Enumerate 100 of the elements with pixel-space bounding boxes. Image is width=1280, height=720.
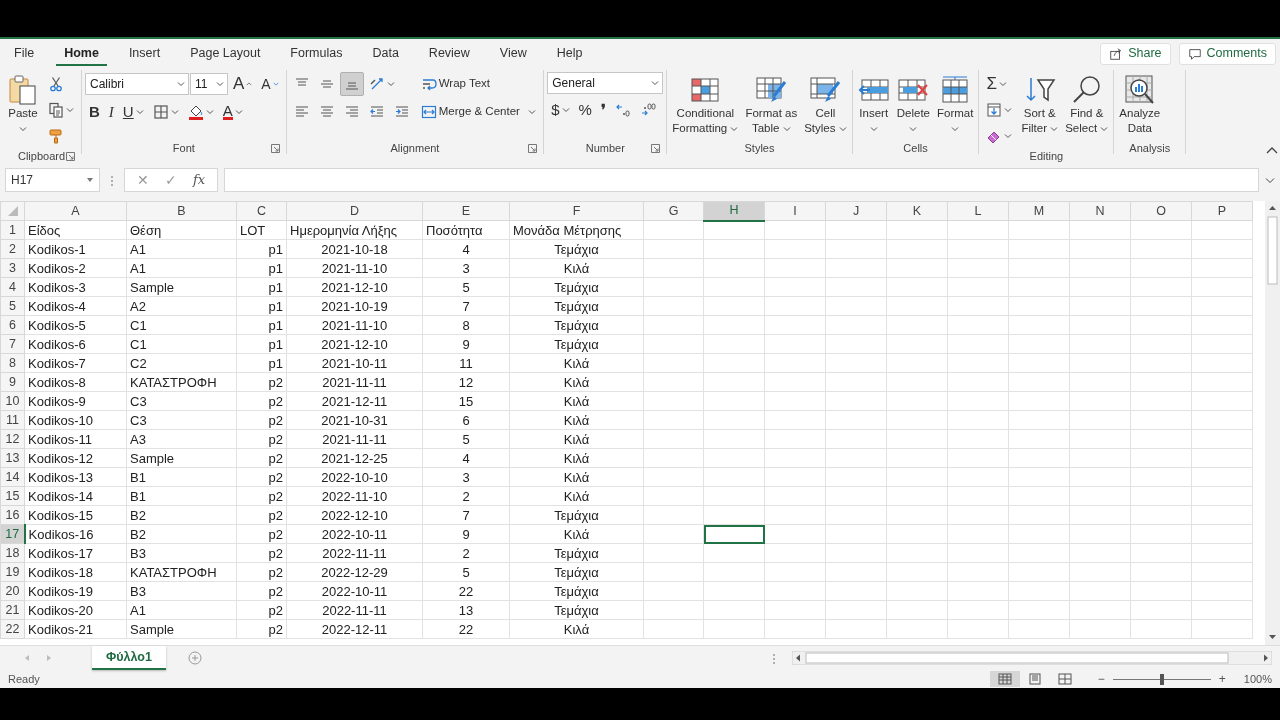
grow-font-button[interactable]: A — [229, 72, 257, 96]
table-cell: B3 — [126, 581, 237, 601]
percent-button[interactable]: % — [574, 98, 596, 122]
comma-button[interactable]: ❜ — [596, 98, 610, 122]
table-cell: B1 — [126, 486, 237, 506]
table-cell: 8 — [422, 315, 510, 335]
table-cell: p2 — [236, 543, 287, 563]
currency-button[interactable]: $ — [547, 98, 574, 122]
align-bottom-button[interactable] — [339, 72, 364, 96]
ribbon-tab[interactable]: File — [6, 41, 43, 66]
table-cell: Κιλά — [509, 486, 644, 506]
table-cell: Τεμάχια — [509, 277, 644, 297]
brush-icon — [48, 128, 64, 144]
cell-styles-button[interactable]: Cell Styles — [802, 72, 849, 138]
table-cell: Τεμάχια — [509, 315, 644, 335]
launcher-icon[interactable] — [528, 143, 538, 153]
font-color-button[interactable]: A — [218, 100, 247, 124]
table-cell: Κιλά — [509, 353, 644, 373]
table-cell: ΚΑΤΑΣΤΡΟΦΗ — [126, 562, 237, 582]
table-cell: Kodikos-3 — [24, 277, 127, 297]
share-button[interactable]: Share — [1100, 42, 1171, 65]
column-header[interactable]: L — [947, 201, 1009, 221]
column-header[interactable]: E — [422, 201, 510, 221]
launcher-icon[interactable] — [66, 151, 75, 161]
ribbon-tab[interactable]: Data — [364, 41, 407, 66]
number-format-dropdown[interactable]: General — [547, 72, 664, 94]
ribbon-tab[interactable]: Review — [420, 41, 478, 66]
ribbon-tab[interactable]: Home — [56, 41, 107, 66]
slider-thumb[interactable] — [1159, 673, 1164, 685]
table-cell: 3 — [422, 467, 510, 487]
paste-button[interactable]: Paste — [5, 72, 41, 138]
zoom-in-button[interactable]: + — [1216, 672, 1228, 686]
column-header[interactable]: O — [1130, 201, 1192, 221]
column-header[interactable]: B — [126, 201, 237, 221]
column-header[interactable]: J — [825, 201, 887, 221]
next-sheet-icon — [46, 654, 52, 662]
formula-field[interactable] — [224, 168, 1259, 192]
launcher-icon[interactable] — [651, 143, 661, 153]
launcher-icon[interactable] — [270, 143, 280, 153]
previous-sheet-icon — [24, 654, 30, 662]
column-header[interactable]: D — [286, 201, 423, 221]
comments-button[interactable]: Comments — [1178, 42, 1276, 65]
column-header[interactable]: I — [764, 201, 826, 221]
table-cell: A1 — [126, 239, 237, 259]
table-cell: Τεμάχια — [509, 581, 644, 601]
format-button[interactable]: Format — [935, 72, 976, 138]
autosum-button[interactable]: Σ — [982, 72, 1011, 96]
delete-button[interactable]: Delete — [894, 72, 932, 138]
table-cell: 2021-11-10 — [286, 315, 423, 335]
column-header[interactable]: H — [703, 201, 765, 221]
normal-view-button[interactable] — [989, 671, 1020, 687]
font-size-dropdown[interactable]: 11 — [190, 73, 228, 95]
ribbon-tab[interactable]: Page Layout — [182, 41, 269, 66]
find-select-button[interactable]: Find & Select — [1063, 72, 1111, 138]
conditional-formatting-button[interactable]: Conditional Formatting — [670, 72, 741, 138]
insert-function-button[interactable]: fx — [193, 170, 206, 190]
name-box[interactable]: H17 — [5, 168, 100, 192]
page-layout-icon — [1027, 673, 1042, 685]
format-as-table-button[interactable]: Format as Table — [743, 72, 800, 138]
table-cell: Kodikos-5 — [24, 315, 127, 335]
table-cell: 2022-11-10 — [286, 486, 423, 506]
table-cell: p1 — [236, 353, 287, 373]
sheet-tab[interactable]: Φύλλο1 — [92, 646, 166, 670]
sort-filter-button[interactable]: Sort & Filter — [1019, 72, 1061, 138]
shrink-font-button[interactable]: A — [257, 72, 283, 96]
table-cell: Kodikos-8 — [24, 372, 127, 392]
zoom-out-button[interactable]: − — [1095, 672, 1107, 686]
decimal-left-icon — [614, 102, 631, 118]
column-header[interactable]: N — [1069, 201, 1131, 221]
table-cell: 15 — [422, 391, 510, 411]
table-cell: 13 — [422, 600, 510, 620]
column-header[interactable]: C — [236, 201, 287, 221]
active-cell[interactable] — [703, 524, 765, 544]
font-name-dropdown[interactable]: Calibri — [85, 73, 189, 95]
table-cell: p2 — [236, 448, 287, 468]
ribbon-tab[interactable]: Formulas — [282, 41, 351, 66]
merge-button[interactable]: Merge & Center — [416, 100, 541, 124]
table-cell: 2021-12-11 — [286, 391, 423, 411]
group-label: Number — [584, 141, 626, 156]
table-cell: Κιλά — [509, 448, 644, 468]
column-header[interactable]: A — [24, 201, 127, 221]
table-cell: Kodikos-16 — [24, 524, 127, 544]
ribbon-tab[interactable]: Help — [548, 41, 591, 66]
column-header[interactable]: P — [1191, 201, 1253, 221]
chart-magnifier-icon — [1123, 74, 1156, 106]
italic-button[interactable]: I — [104, 100, 118, 124]
column-header[interactable]: M — [1008, 201, 1070, 221]
analyze-data-button[interactable]: Analyze Data — [1117, 72, 1163, 138]
ribbon-tab[interactable]: View — [491, 41, 535, 66]
ribbon-tab[interactable]: Insert — [120, 41, 169, 66]
table-cell: 22 — [422, 619, 510, 639]
insert-button[interactable]: Insert — [855, 72, 892, 138]
wrap-text-button[interactable]: Wrap Text — [416, 72, 495, 96]
underline-button[interactable]: U — [118, 100, 148, 124]
column-header[interactable]: K — [886, 201, 948, 221]
bold-button[interactable]: B — [85, 100, 104, 124]
decimal-right-icon — [639, 102, 656, 118]
table-cell: Kodikos-19 — [24, 581, 127, 601]
column-header[interactable]: G — [643, 201, 704, 221]
column-header[interactable]: F — [509, 201, 644, 221]
